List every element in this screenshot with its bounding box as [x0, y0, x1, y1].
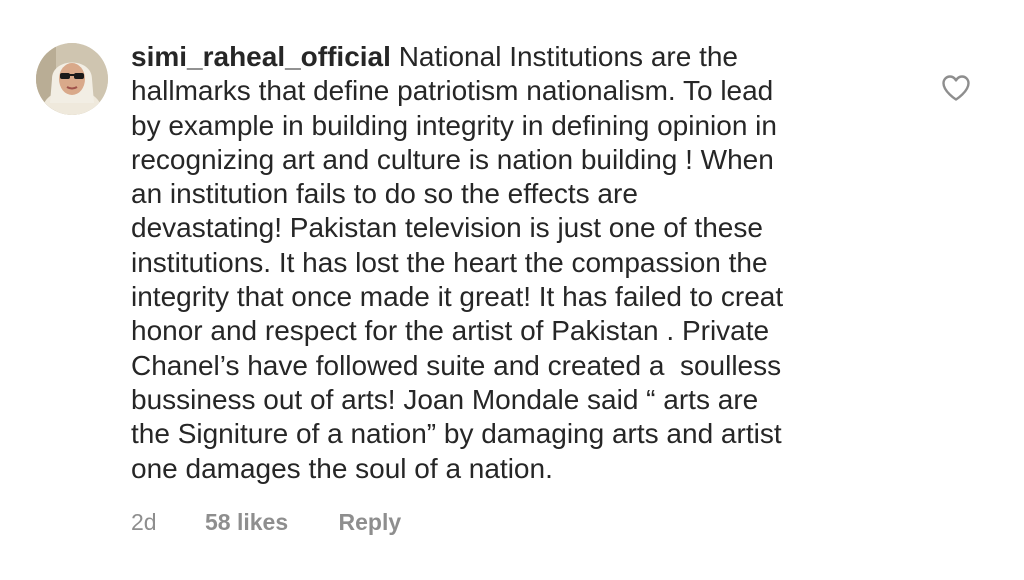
comment-line: bussiness out of arts! Joan Mondale said…: [131, 383, 759, 415]
comment-line: honor and respect for the artist of Paki…: [131, 315, 770, 347]
comment-line: Chanel’s have followed suite and created…: [131, 349, 782, 381]
comment-meta: 2d 58 likes Reply: [131, 509, 401, 536]
comment-line: institutions. It has lost the heart the …: [131, 246, 768, 278]
comment-line: integrity that once made it great! It ha…: [131, 281, 784, 313]
comment-line: devastating! Pakistan television is just…: [131, 212, 763, 244]
comment-line-text: National Institutions are the: [398, 41, 738, 72]
likes-count[interactable]: 58 likes: [205, 509, 288, 536]
comment-line: one damages the soul of a nation.: [131, 452, 553, 484]
reply-button[interactable]: Reply: [339, 509, 402, 536]
comment-line: recognizing art and culture is nation bu…: [131, 143, 774, 175]
comment-line: simi_raheal_official National Institutio…: [131, 40, 911, 74]
comment-username[interactable]: simi_raheal_official: [131, 41, 391, 72]
comment-line: the Signiture of a nation” by damaging a…: [131, 418, 782, 450]
avatar[interactable]: [36, 43, 108, 115]
comment-line: hallmarks that define patriotism nationa…: [131, 75, 774, 107]
comment-timestamp[interactable]: 2d: [131, 509, 157, 536]
comment-line: by example in building integrity in defi…: [131, 109, 777, 141]
comment-line: an institution fails to do so the effect…: [131, 178, 638, 210]
heart-icon[interactable]: [941, 74, 971, 102]
comment-text: simi_raheal_official National Institutio…: [131, 40, 911, 486]
